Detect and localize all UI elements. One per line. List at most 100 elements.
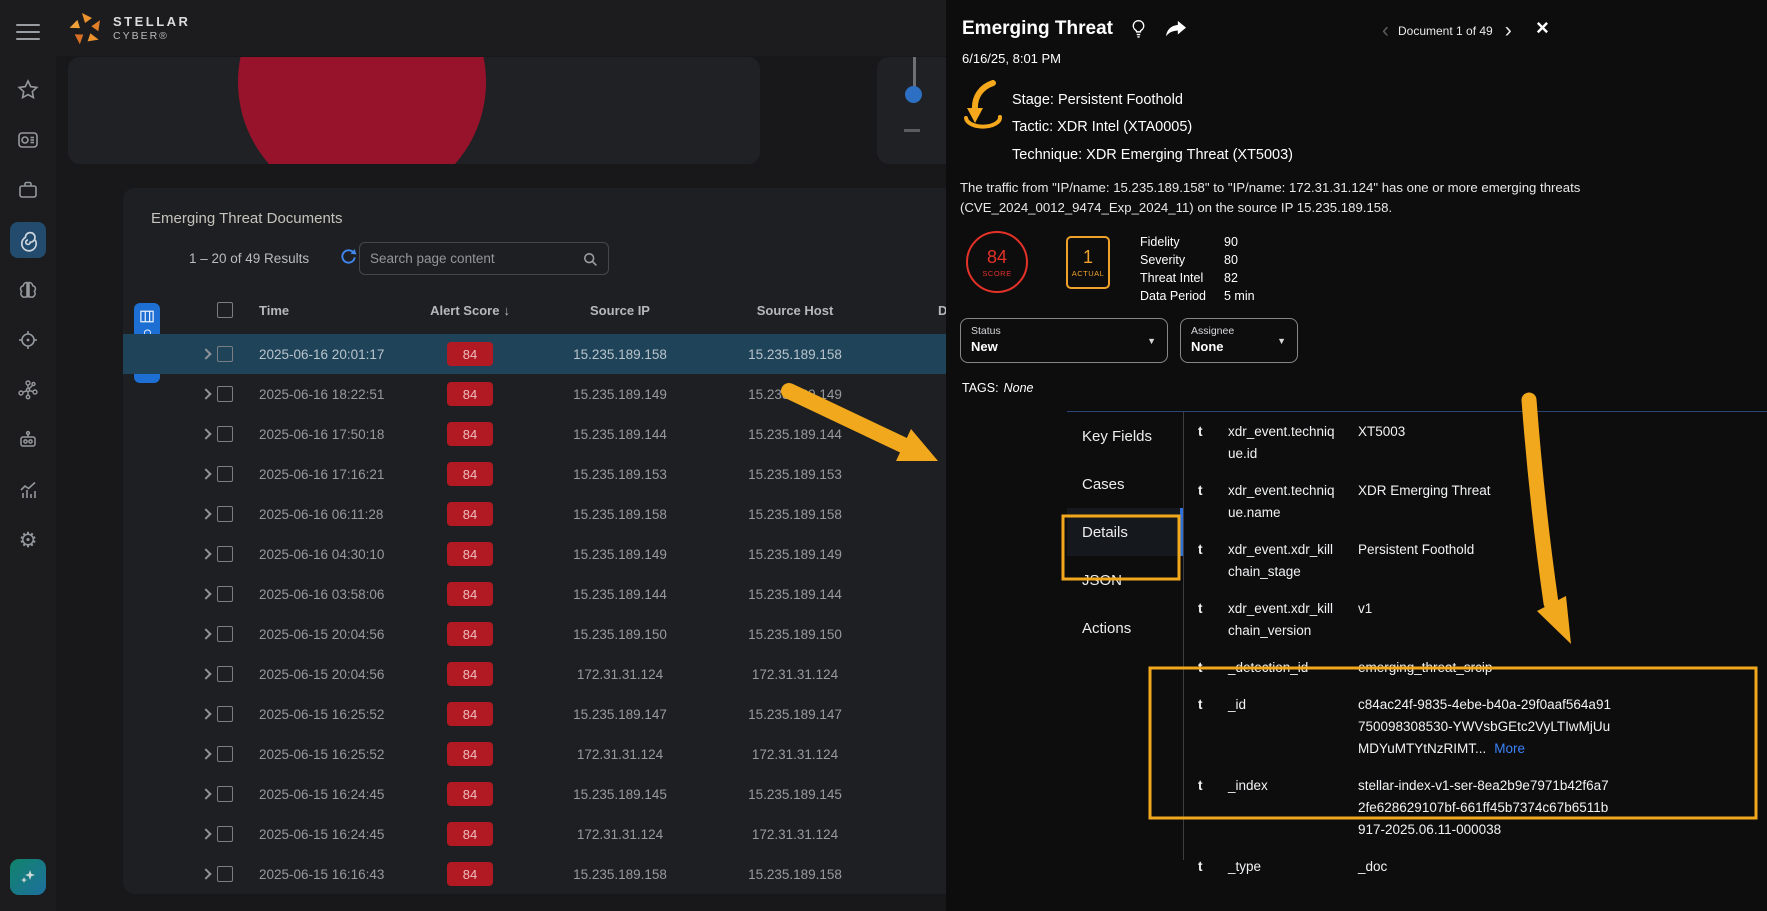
row-checkbox[interactable] <box>217 546 245 562</box>
table-row[interactable]: 2025-06-15 16:16:43 84 15.235.189.158 15… <box>123 854 1023 894</box>
table-row[interactable]: 2025-06-16 06:11:28 84 15.235.189.158 15… <box>123 494 1023 534</box>
assignee-dropdown[interactable]: Assignee None ▼ <box>1180 318 1298 363</box>
table-row[interactable]: 2025-06-15 20:04:56 84 15.235.189.150 15… <box>123 614 1023 654</box>
ai-assistant-button[interactable] <box>10 859 46 895</box>
row-expander[interactable] <box>195 830 217 838</box>
lightbulb-icon <box>1129 18 1148 40</box>
chevron-right-icon <box>200 828 211 839</box>
search-icon[interactable] <box>582 251 598 267</box>
assignee-dropdown-label: Assignee <box>1191 325 1287 337</box>
row-checkbox[interactable] <box>217 506 245 522</box>
sort-desc-icon[interactable]: ↓ <box>503 303 510 318</box>
threat-detail-panel: Emerging Threat ‹ Document 1 of 49 › × 6… <box>946 0 1767 911</box>
field-name: _index <box>1228 775 1336 841</box>
header-alert-score[interactable]: Alert Score ↓ <box>415 303 525 318</box>
row-checkbox[interactable] <box>217 586 245 602</box>
sidebar-item-correlations[interactable] <box>10 372 46 408</box>
row-expander[interactable] <box>195 630 217 638</box>
slider-knob[interactable] <box>905 86 922 103</box>
row-expander[interactable] <box>195 350 217 358</box>
row-expander[interactable] <box>195 870 217 878</box>
prev-document-chevron[interactable]: ‹ <box>1382 20 1389 41</box>
table-row[interactable]: 2025-06-15 20:04:56 84 172.31.31.124 172… <box>123 654 1023 694</box>
chevron-down-icon[interactable]: ▼ <box>1147 336 1156 346</box>
header-source-host[interactable]: Source Host <box>715 303 875 318</box>
search-input[interactable] <box>370 251 582 266</box>
select-all-checkbox[interactable] <box>217 302 245 318</box>
cell-source-ip: 15.235.189.158 <box>525 507 715 522</box>
cell-time: 2025-06-15 20:04:56 <box>245 667 415 682</box>
tab-key-fields[interactable]: Key Fields <box>1067 412 1183 460</box>
row-expander[interactable] <box>195 510 217 518</box>
chevron-right-icon <box>200 508 211 519</box>
row-expander[interactable] <box>195 710 217 718</box>
row-expander[interactable] <box>195 590 217 598</box>
table-row[interactable]: 2025-06-16 17:50:18 84 15.235.189.144 15… <box>123 414 1023 454</box>
sidebar-item-intelligence[interactable] <box>10 272 46 308</box>
row-checkbox[interactable] <box>217 626 245 642</box>
field-type-icon: t <box>1198 421 1212 465</box>
row-checkbox[interactable] <box>217 706 245 722</box>
share-button[interactable] <box>1164 19 1188 39</box>
alert-score-badge: 84 <box>447 502 493 526</box>
sidebar-item-alerts[interactable] <box>10 222 46 258</box>
chevron-right-icon <box>200 388 211 399</box>
row-checkbox[interactable] <box>217 386 245 402</box>
table-row[interactable]: 2025-06-15 16:25:52 84 172.31.31.124 172… <box>123 734 1023 774</box>
table-row[interactable]: 2025-06-15 16:24:45 84 172.31.31.124 172… <box>123 814 1023 854</box>
header-time[interactable]: Time <box>245 303 415 318</box>
close-panel-icon[interactable]: × <box>1536 17 1549 39</box>
alerts-spiral-icon <box>16 228 40 252</box>
sidebar-item-favorites[interactable] <box>10 72 46 108</box>
tab-cases[interactable]: Cases <box>1067 460 1183 508</box>
sidebar-item-dashboards[interactable] <box>10 122 46 158</box>
table-row[interactable]: 2025-06-16 18:22:51 84 15.235.189.149 15… <box>123 374 1023 414</box>
row-checkbox[interactable] <box>217 346 245 362</box>
row-checkbox[interactable] <box>217 746 245 762</box>
next-document-chevron[interactable]: › <box>1505 20 1512 41</box>
emerging-threat-documents-card: Emerging Threat Documents 1 – 20 of 49 R… <box>123 188 1023 894</box>
row-expander[interactable] <box>195 390 217 398</box>
table-row[interactable]: 2025-06-16 03:58:06 84 15.235.189.144 15… <box>123 574 1023 614</box>
row-expander[interactable] <box>195 430 217 438</box>
status-dropdown[interactable]: Status New ▼ <box>960 318 1168 363</box>
row-expander[interactable] <box>195 790 217 798</box>
table-row[interactable]: 2025-06-15 16:24:45 84 15.235.189.145 15… <box>123 774 1023 814</box>
field-row: t xdr_event.xdr_killchain_version v1 <box>1198 598 1758 642</box>
row-expander[interactable] <box>195 470 217 478</box>
insight-bulb-button[interactable] <box>1129 18 1148 40</box>
network-graph-icon <box>16 378 40 402</box>
more-link[interactable]: More <box>1494 741 1525 756</box>
sidebar-item-reports[interactable] <box>10 472 46 508</box>
row-checkbox[interactable] <box>217 426 245 442</box>
row-expander[interactable] <box>195 750 217 758</box>
cell-time: 2025-06-15 16:25:52 <box>245 707 415 722</box>
sidebar-item-automation[interactable] <box>10 422 46 458</box>
sidebar-item-hunt[interactable] <box>10 322 46 358</box>
table-row[interactable]: 2025-06-16 17:16:21 84 15.235.189.153 15… <box>123 454 1023 494</box>
tab-details[interactable]: Details <box>1067 508 1183 556</box>
cell-source-host: 172.31.31.124 <box>715 827 875 842</box>
field-name: _id <box>1228 694 1336 760</box>
row-expander[interactable] <box>195 670 217 678</box>
alert-score-badge: 84 <box>447 702 493 726</box>
row-checkbox[interactable] <box>217 866 245 882</box>
sidebar-item-settings[interactable]: ⚙ <box>10 522 46 558</box>
refresh-button[interactable] <box>340 248 357 270</box>
row-checkbox[interactable] <box>217 466 245 482</box>
hamburger-menu-icon[interactable] <box>16 19 40 45</box>
tab-actions[interactable]: Actions <box>1067 604 1183 652</box>
alert-score-badge: 84 <box>447 662 493 686</box>
table-row[interactable]: 2025-06-16 20:01:17 84 15.235.189.158 15… <box>123 334 1023 374</box>
row-checkbox[interactable] <box>217 786 245 802</box>
cell-source-ip: 15.235.189.147 <box>525 707 715 722</box>
chevron-down-icon[interactable]: ▼ <box>1277 336 1286 346</box>
table-row[interactable]: 2025-06-15 16:25:52 84 15.235.189.147 15… <box>123 694 1023 734</box>
table-row[interactable]: 2025-06-16 04:30:10 84 15.235.189.149 15… <box>123 534 1023 574</box>
row-expander[interactable] <box>195 550 217 558</box>
tab-json[interactable]: JSON <box>1067 556 1183 604</box>
row-checkbox[interactable] <box>217 826 245 842</box>
row-checkbox[interactable] <box>217 666 245 682</box>
header-source-ip[interactable]: Source IP <box>525 303 715 318</box>
sidebar-item-cases[interactable] <box>10 172 46 208</box>
